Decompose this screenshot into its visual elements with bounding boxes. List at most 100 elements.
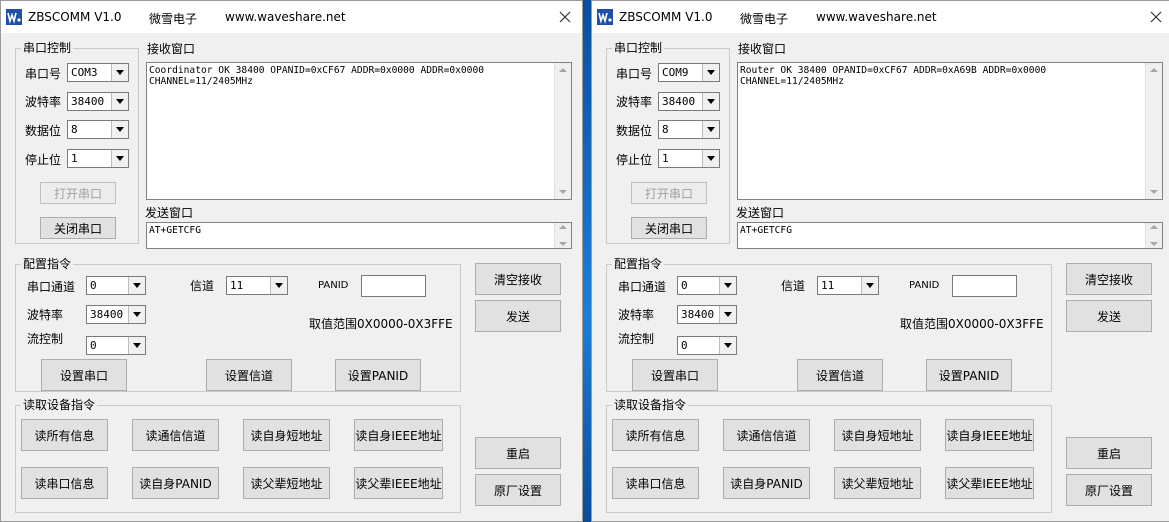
close-icon[interactable] bbox=[554, 6, 576, 28]
port-label: 串口号 bbox=[616, 67, 653, 81]
window-url: www.waveshare.net bbox=[225, 10, 346, 24]
baud-label: 波特率 bbox=[25, 95, 62, 109]
read-serial-info-button[interactable]: 读串口信息 bbox=[21, 467, 108, 499]
chevron-down-icon bbox=[702, 150, 719, 167]
chevron-down-icon bbox=[111, 64, 128, 81]
read-panid-button[interactable]: 读自身PANID bbox=[723, 467, 810, 499]
scroll-up-icon[interactable] bbox=[1150, 225, 1158, 229]
send-button[interactable]: 发送 bbox=[475, 300, 561, 332]
scroll-up-icon[interactable] bbox=[559, 68, 567, 72]
chevron-down-icon bbox=[128, 277, 145, 294]
read-ieee-address-button[interactable]: 读自身IEEE地址 bbox=[354, 419, 443, 451]
read-parent-ieee-address-button[interactable]: 读父辈IEEE地址 bbox=[945, 467, 1034, 499]
chevron-down-icon bbox=[719, 306, 736, 323]
close-port-button[interactable]: 关闭串口 bbox=[631, 217, 707, 239]
restart-button[interactable]: 重启 bbox=[1066, 437, 1152, 469]
read-comm-channel-button[interactable]: 读通信信道 bbox=[132, 419, 219, 451]
send-label: 发送窗口 bbox=[145, 206, 194, 220]
open-port-button[interactable]: 打开串口 bbox=[631, 182, 707, 204]
read-short-address-button[interactable]: 读自身短地址 bbox=[243, 419, 330, 451]
receive-text: Router OK 38400 OPANID=0xCF67 ADDR=0xA69… bbox=[740, 65, 1047, 87]
rf-channel-label: 信道 bbox=[190, 279, 215, 293]
config-baud-label: 波特率 bbox=[618, 308, 655, 322]
flow-control-select[interactable]: 0 bbox=[677, 336, 737, 355]
read-parent-short-address-button[interactable]: 读父辈短地址 bbox=[834, 467, 921, 499]
baud-label: 波特率 bbox=[616, 95, 653, 109]
scroll-down-icon[interactable] bbox=[1150, 190, 1158, 194]
read-all-info-button[interactable]: 读所有信息 bbox=[21, 419, 108, 451]
stopbits-select[interactable]: 1 bbox=[67, 149, 129, 168]
set-channel-button[interactable]: 设置信道 bbox=[797, 359, 883, 391]
serial-control-title: 串口控制 bbox=[612, 41, 665, 55]
open-port-button[interactable]: 打开串口 bbox=[40, 182, 116, 204]
databits-select[interactable]: 8 bbox=[67, 120, 129, 139]
window-company: 微雪电子 bbox=[740, 12, 789, 26]
rf-channel-label: 信道 bbox=[781, 279, 806, 293]
send-button[interactable]: 发送 bbox=[1066, 300, 1152, 332]
panid-input[interactable] bbox=[952, 275, 1017, 297]
waveshare-logo-icon bbox=[6, 9, 22, 25]
rf-channel-select[interactable]: 11 bbox=[226, 276, 288, 295]
config-baud-select[interactable]: 38400 bbox=[86, 305, 146, 324]
read-serial-info-button[interactable]: 读串口信息 bbox=[612, 467, 699, 499]
read-comm-channel-button[interactable]: 读通信信道 bbox=[723, 419, 810, 451]
set-serial-button[interactable]: 设置串口 bbox=[41, 359, 127, 391]
panid-label: PANID bbox=[318, 280, 349, 291]
config-baud-label: 波特率 bbox=[27, 308, 64, 322]
baud-select[interactable]: 38400 bbox=[658, 92, 720, 111]
title-bar[interactable]: ZBSCOMM V1.0 微雪电子 www.waveshare.net bbox=[1, 1, 582, 33]
uart-channel-select[interactable]: 0 bbox=[86, 276, 146, 295]
receive-textarea[interactable]: Coordinator OK 38400 OPANID=0xCF67 ADDR=… bbox=[146, 62, 572, 200]
scroll-up-icon[interactable] bbox=[559, 225, 567, 229]
read-all-info-button[interactable]: 读所有信息 bbox=[612, 419, 699, 451]
set-panid-button[interactable]: 设置PANID bbox=[926, 359, 1012, 391]
receive-textarea[interactable]: Router OK 38400 OPANID=0xCF67 ADDR=0xA69… bbox=[737, 62, 1163, 200]
read-parent-ieee-address-button[interactable]: 读父辈IEEE地址 bbox=[354, 467, 443, 499]
read-short-address-button[interactable]: 读自身短地址 bbox=[834, 419, 921, 451]
send-textarea[interactable]: AT+GETCFG bbox=[146, 222, 572, 249]
chevron-down-icon bbox=[128, 337, 145, 354]
scroll-down-icon[interactable] bbox=[559, 242, 567, 246]
factory-reset-button[interactable]: 原厂设置 bbox=[1066, 474, 1152, 506]
send-scrollbar[interactable] bbox=[554, 223, 571, 248]
flow-control-label: 流控制 bbox=[618, 332, 655, 346]
send-textarea[interactable]: AT+GETCFG bbox=[737, 222, 1163, 249]
send-scrollbar[interactable] bbox=[1145, 223, 1162, 248]
panid-input[interactable] bbox=[361, 275, 426, 297]
clear-receive-button[interactable]: 清空接收 bbox=[475, 263, 561, 295]
window-company: 微雪电子 bbox=[149, 12, 198, 26]
scroll-down-icon[interactable] bbox=[1150, 242, 1158, 246]
panid-label: PANID bbox=[909, 280, 940, 291]
chevron-down-icon bbox=[270, 277, 287, 294]
scroll-up-icon[interactable] bbox=[1150, 68, 1158, 72]
stopbits-label: 停止位 bbox=[25, 153, 62, 167]
read-ieee-address-button[interactable]: 读自身IEEE地址 bbox=[945, 419, 1034, 451]
config-baud-select[interactable]: 38400 bbox=[677, 305, 737, 324]
port-select[interactable]: COM9 bbox=[658, 63, 720, 82]
scroll-down-icon[interactable] bbox=[559, 190, 567, 194]
flow-control-select[interactable]: 0 bbox=[86, 336, 146, 355]
port-select[interactable]: COM3 bbox=[67, 63, 129, 82]
baud-select[interactable]: 38400 bbox=[67, 92, 129, 111]
uart-channel-select[interactable]: 0 bbox=[677, 276, 737, 295]
zbscomm-window-coordinator: ZBSCOMM V1.0 微雪电子 www.waveshare.net 串口控制… bbox=[0, 0, 583, 522]
close-port-button[interactable]: 关闭串口 bbox=[40, 217, 116, 239]
receive-scrollbar[interactable] bbox=[1145, 63, 1162, 199]
set-serial-button[interactable]: 设置串口 bbox=[632, 359, 718, 391]
receive-scrollbar[interactable] bbox=[554, 63, 571, 199]
stopbits-select[interactable]: 1 bbox=[658, 149, 720, 168]
clear-receive-button[interactable]: 清空接收 bbox=[1066, 263, 1152, 295]
chevron-down-icon bbox=[111, 93, 128, 110]
read-panid-button[interactable]: 读自身PANID bbox=[132, 467, 219, 499]
set-panid-button[interactable]: 设置PANID bbox=[335, 359, 421, 391]
config-title: 配置指令 bbox=[612, 257, 665, 271]
set-channel-button[interactable]: 设置信道 bbox=[206, 359, 292, 391]
databits-select[interactable]: 8 bbox=[658, 120, 720, 139]
read-parent-short-address-button[interactable]: 读父辈短地址 bbox=[243, 467, 330, 499]
title-bar[interactable]: ZBSCOMM V1.0 微雪电子 www.waveshare.net bbox=[592, 1, 1169, 33]
receive-label: 接收窗口 bbox=[738, 42, 787, 56]
factory-reset-button[interactable]: 原厂设置 bbox=[475, 474, 561, 506]
restart-button[interactable]: 重启 bbox=[475, 437, 561, 469]
close-icon[interactable] bbox=[1145, 6, 1167, 28]
rf-channel-select[interactable]: 11 bbox=[817, 276, 879, 295]
